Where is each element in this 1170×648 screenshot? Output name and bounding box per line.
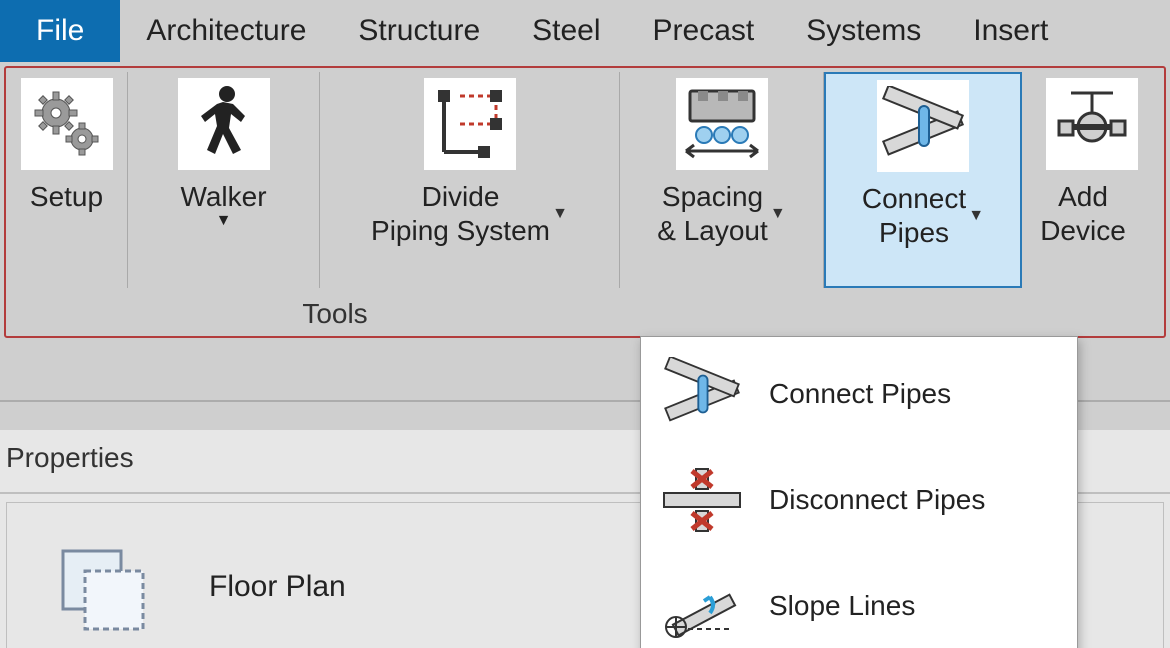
menu-architecture[interactable]: Architecture [120, 0, 332, 62]
floor-plan-icon [39, 527, 169, 647]
spacing-label-1: Spacing [662, 180, 763, 214]
chevron-down-icon: ▼ [968, 199, 984, 233]
connect-label-1: Connect [862, 182, 966, 216]
setup-button[interactable]: Setup [6, 72, 128, 288]
valve-icon [1046, 78, 1138, 170]
walker-icon [178, 78, 270, 170]
divide-piping-system-button[interactable]: Divide Piping System ▼ [320, 72, 620, 288]
divide-label-1: Divide [422, 180, 500, 214]
dropdown-item-slope-lines[interactable]: Slope Lines [641, 553, 1077, 648]
properties-type-label: Floor Plan [209, 570, 346, 604]
add-device-label-1: Add [1058, 180, 1108, 214]
connect-pipes-dropdown: Connect Pipes Disconnect Pipes [640, 336, 1078, 648]
menu-structure[interactable]: Structure [332, 0, 506, 62]
add-device-label-2: Device [1040, 214, 1126, 248]
chevron-down-icon: ▼ [552, 197, 568, 231]
dropdown-label: Connect Pipes [769, 378, 951, 410]
connect-label-2: Pipes [879, 216, 949, 250]
setup-label: Setup [30, 180, 103, 214]
connect-pipes-button[interactable]: Connect Pipes ▼ [824, 72, 1022, 288]
dropdown-item-disconnect-pipes[interactable]: Disconnect Pipes [641, 447, 1077, 553]
divide-label-2: Piping System [371, 214, 550, 248]
menu-insert[interactable]: Insert [947, 0, 1074, 62]
menu-systems[interactable]: Systems [780, 0, 947, 62]
slope-lines-icon [657, 561, 747, 648]
menu-file[interactable]: File [0, 0, 120, 62]
connect-pipes-icon [877, 80, 969, 172]
ribbon-panel-title: Tools [6, 298, 1164, 330]
disconnect-pipes-icon [657, 455, 747, 545]
walker-button[interactable]: Walker ▼ [128, 72, 320, 288]
chevron-down-icon: ▼ [216, 212, 232, 230]
dropdown-label: Disconnect Pipes [769, 484, 985, 516]
dropdown-label: Slope Lines [769, 590, 915, 622]
chevron-down-icon: ▼ [770, 197, 786, 231]
menu-steel[interactable]: Steel [506, 0, 626, 62]
gears-icon [21, 78, 113, 170]
connect-pipes-icon [657, 349, 747, 439]
add-device-button[interactable]: Add Device [1022, 72, 1162, 288]
walker-label: Walker [180, 180, 266, 214]
spacing-layout-button[interactable]: Spacing & Layout ▼ [620, 72, 824, 288]
dropdown-item-connect-pipes[interactable]: Connect Pipes [641, 341, 1077, 447]
spacing-layout-icon [676, 78, 768, 170]
ribbon-panel-tools: Setup Walker ▼ [4, 66, 1166, 338]
spacing-label-2: & Layout [657, 214, 768, 248]
divide-piping-icon [424, 78, 516, 170]
menu-precast[interactable]: Precast [627, 0, 781, 62]
menu-bar: File Architecture Structure Steel Precas… [0, 0, 1170, 62]
